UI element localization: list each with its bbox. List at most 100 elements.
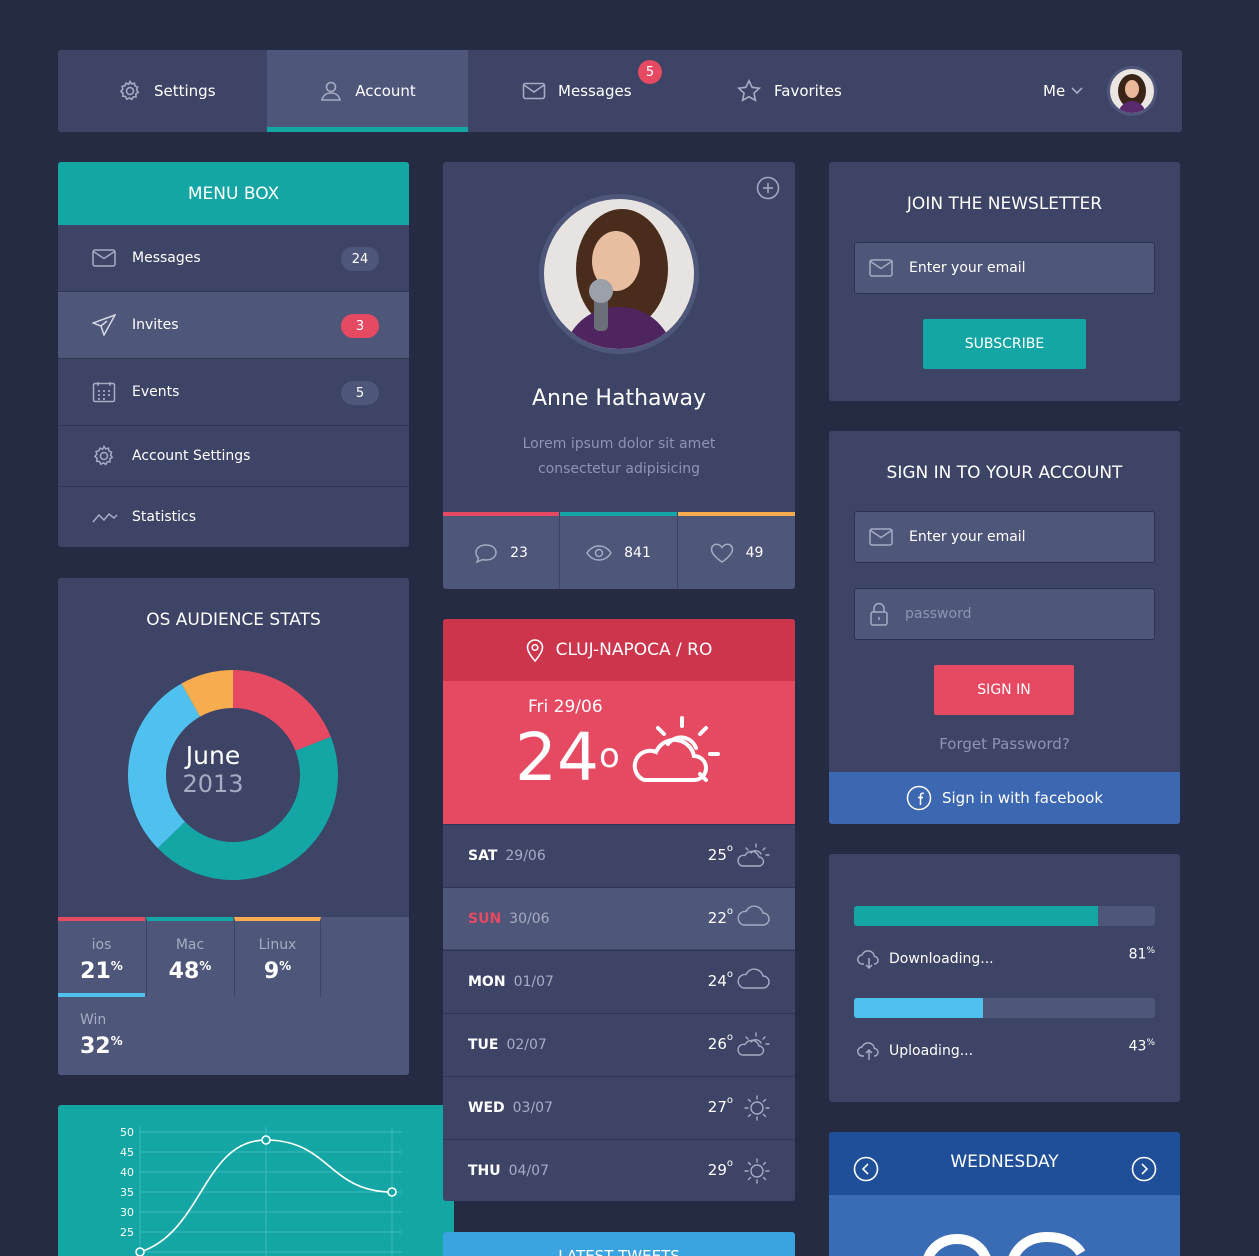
signin-password-placeholder: password [905,606,972,622]
chart-point [387,1187,397,1197]
signin-password-field[interactable]: password [854,588,1155,640]
sun-icon [743,1157,771,1185]
menu-item-events[interactable]: Events 5 [58,359,409,426]
forecast-temp: 24 [707,972,727,990]
chart-ytick-label: 30 [120,1206,134,1219]
forecast-temp: 26 [707,1035,727,1053]
forecast-row[interactable]: THU 04/07 29o [443,1139,795,1201]
forecast-row[interactable]: TUE 02/07 26o [443,1013,795,1075]
signin-email-placeholder: Enter your email [909,529,1026,545]
profile-bio: Lorem ipsum dolor sit amet consectetur a… [443,432,795,482]
facebook-signin-button[interactable]: Sign in with facebook [829,772,1180,824]
signin-button[interactable]: SIGN IN [934,665,1074,715]
menu-item-account-settings[interactable]: Account Settings [58,426,409,487]
forecast-row[interactable]: SUN 30/06 22o [443,887,795,949]
menu-item-label: Events [132,384,180,400]
forecast-day: WED [468,1099,505,1116]
add-icon[interactable] [756,176,780,200]
forecast-row[interactable]: MON 01/07 24o [443,950,795,1012]
menu-box: MENU BOX Messages 24 Invites 3 Events 5 … [58,162,409,547]
messages-badge: 5 [638,60,662,84]
menu-item-invites[interactable]: Invites 3 [58,292,409,359]
cloud-icon [737,905,771,927]
weather-today-temp-wrap: 24o [515,719,620,797]
stat-views[interactable]: 841 [560,512,677,589]
upload-percent: 43% [1129,1038,1155,1055]
forecast-day: SAT [468,847,498,864]
os-stats-title: OS AUDIENCE STATS [146,610,321,630]
download-label: Downloading... [889,951,994,967]
weather-degree: o [598,736,620,776]
nav-favorites[interactable]: Favorites [736,50,842,132]
donut-center-month: June [185,741,241,770]
envelope-icon [869,259,893,277]
stat-value: 841 [624,544,651,561]
latest-tweets-title: LATEST TWEETS [558,1247,680,1256]
user-menu[interactable]: Me [1043,50,1083,132]
menu-count-badge: 5 [341,381,379,405]
chart-ytick-label: 25 [120,1226,134,1239]
chart-point [261,1135,271,1145]
menu-item-messages[interactable]: Messages 24 [58,225,409,292]
latest-tweets-panel: LATEST TWEETS [443,1232,795,1256]
nav-account[interactable]: Account [267,50,468,132]
download-status: Downloading... [857,949,994,969]
subscribe-button[interactable]: SUBSCRIBE [923,319,1086,369]
download-progress-bar [854,906,1155,926]
nav-messages[interactable]: Messages 5 [522,50,662,132]
chevron-right-icon[interactable] [1131,1156,1157,1182]
forgot-password-link[interactable]: Forget Password? [829,735,1180,753]
calendar-date-digits [923,1231,1086,1256]
top-nav: Settings Account Messages 5 Favorites Me [58,50,1182,132]
lock-icon [869,602,889,626]
upload-progress-fill [854,998,984,1018]
forecast-date: 29/06 [505,847,546,864]
envelope-icon [522,81,546,101]
donut-center: June 2013 [163,741,263,798]
os-label: Linux [258,937,297,953]
user-icon [319,79,343,103]
os-stats-table: ios 21% Mac 48% Linux 9% Win 32% [58,917,409,1075]
forecast-row[interactable]: SAT 29/06 25o [443,824,795,886]
heart-icon [710,542,734,563]
forecast-day: MON [468,973,506,990]
forecast-degree: o [726,1158,733,1169]
weather-location-bar: CLUJ-NAPOCA / RO [443,619,795,681]
os-label: ios [91,937,112,953]
line-chart-panel: 50 45 40 35 30 25 [58,1105,454,1256]
forecast-temp-wrap: 27o [708,1095,733,1116]
line-chart-icon [92,510,118,524]
signin-email-field[interactable]: Enter your email [854,511,1155,563]
nav-settings[interactable]: Settings [118,50,216,132]
download-progress-fill [854,906,1098,926]
forecast-row[interactable]: WED 03/07 27o [443,1076,795,1138]
avatar[interactable] [1107,66,1157,116]
newsletter-email-field[interactable]: Enter your email [854,242,1155,294]
forecast-temp-wrap: 22o [707,906,733,927]
forecast-temp-wrap: 24o [707,969,733,990]
forecast-temp: 22 [707,909,727,927]
gear-icon [92,444,118,468]
menu-count-badge: 24 [341,247,379,271]
profile-photo [539,194,699,354]
chart-point [135,1247,145,1256]
nav-account-label: Account [355,82,416,100]
stat-value: 23 [510,544,528,561]
forecast-degree: o [726,843,733,854]
download-percent-unit: % [1146,946,1155,956]
menu-item-statistics[interactable]: Statistics [58,487,409,547]
forecast-temp: 25 [707,846,727,864]
signin-panel: SIGN IN TO YOUR ACCOUNT Enter your email… [829,431,1180,824]
forecast-degree: o [726,906,733,917]
stat-likes[interactable]: 49 [678,512,795,589]
partly-sunny-icon [737,842,771,868]
os-unit: % [110,1034,123,1048]
weather-today-temp: 24 [515,719,599,796]
upload-label: Uploading... [889,1043,974,1059]
nav-messages-label: Messages [558,82,632,100]
stat-comments[interactable]: 23 [443,512,559,589]
envelope-icon [92,249,118,267]
forecast-day: THU [468,1162,501,1179]
upload-percent-value: 43 [1128,1038,1147,1055]
menu-item-label: Statistics [132,509,196,525]
